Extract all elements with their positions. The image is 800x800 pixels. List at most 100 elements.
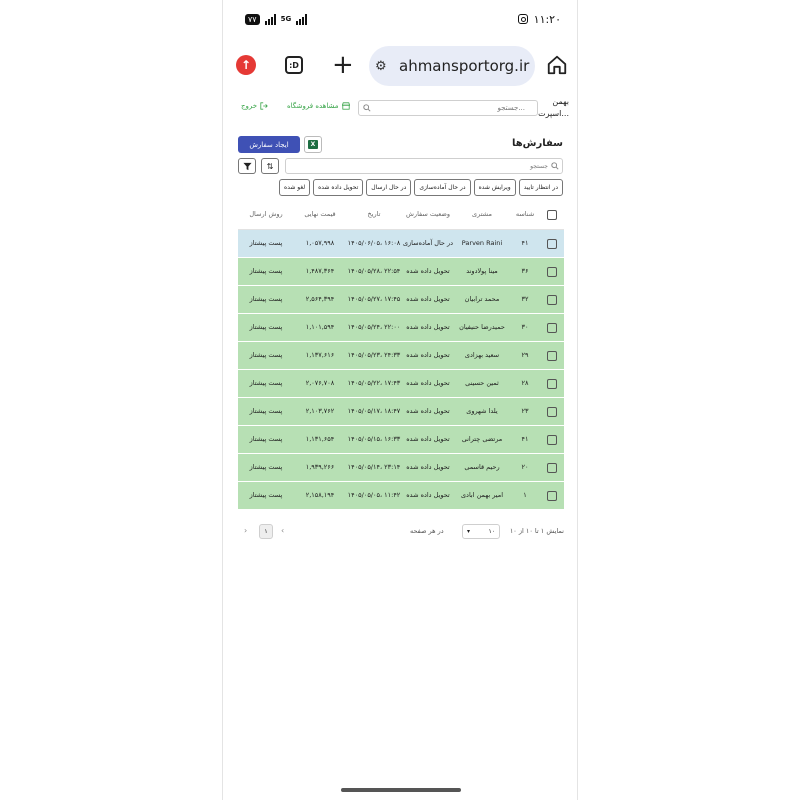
current-page-button[interactable]: ۱ — [259, 524, 273, 539]
url-text: ahmansportorg.ir — [399, 57, 530, 75]
cell-date: ۱۴۰۵/۰۵/۲۳، ۲۴:۳۳ — [347, 351, 401, 359]
sort-icon: ⇅ — [266, 161, 274, 171]
table-row[interactable]: ۴۱ مرتضی چترانی تحویل داده شده ۱۴۰۵/۰۵/۱۵، … — [238, 426, 564, 454]
table-row[interactable]: ۲۳ یلدا شهروی تحویل داده شده ۱۴۰۵/۰۵/۱۷، ۱۸… — [238, 398, 564, 426]
status-tab-delivered[interactable]: تحویل داده شده — [313, 179, 364, 196]
cell-date: ۱۴۰۵/۰۵/۱۷، ۱۸:۴۷ — [347, 407, 401, 415]
cell-customer: ثمین حسینی — [465, 379, 499, 387]
new-tab-plus-icon[interactable]: + — [332, 50, 354, 80]
row-select-cell — [540, 258, 564, 285]
cell-price: ۱,۱۰۱,۵۹۴ — [305, 323, 335, 331]
address-bar[interactable]: ⚙ ahmansportorg.ir — [369, 46, 535, 86]
cell-status: تحویل داده شده — [406, 323, 450, 331]
table-row[interactable]: ۲۰ رحیم قاسمی تحویل داده شده ۱۴۰۵/۰۵/۱۴، ۲۳… — [238, 454, 564, 482]
cell-status: تحویل داده شده — [406, 379, 450, 387]
status-time: ۱۱:۲۰ — [533, 12, 561, 26]
cell-shipping: پست پیشتاز — [249, 295, 283, 303]
table-row[interactable]: ۲۸ ثمین حسینی تحویل داده شده ۱۴۰۵/۰۵/۲۲، ۱۷… — [238, 370, 564, 398]
header-search-box[interactable] — [358, 100, 538, 116]
status-tab-pending-approval[interactable]: در انتظار تایید — [518, 179, 563, 196]
create-order-button[interactable]: ایجاد سفارش — [238, 136, 300, 153]
next-page-icon[interactable]: › — [244, 526, 247, 535]
site-settings-icon[interactable]: ⚙ — [375, 59, 393, 74]
per-page-label: در هر صفحه — [410, 527, 444, 535]
home-icon[interactable] — [546, 54, 568, 76]
table-row[interactable]: ۱ امیر بهمن ابادی تحویل داده شده ۱۴۰۵/۰۵/۰۵… — [238, 482, 564, 510]
previous-page-icon[interactable]: ‹ — [281, 526, 284, 535]
status-tab-edited[interactable]: ویرایش شده — [473, 179, 516, 196]
row-select-cell — [540, 454, 564, 481]
header-shipping[interactable]: روش ارسال — [238, 200, 294, 229]
sort-button[interactable]: ⇅ — [261, 158, 279, 174]
row-checkbox[interactable] — [547, 434, 557, 445]
row-checkbox[interactable] — [547, 406, 557, 417]
row-checkbox[interactable] — [547, 490, 557, 501]
signal-icon — [264, 13, 276, 25]
cell-customer: امیر بهمن ابادی — [460, 491, 504, 499]
extension-arrow-icon[interactable]: ↑ — [236, 55, 256, 75]
cell-id: ۳۲ — [521, 295, 529, 303]
view-shop-link[interactable]: مشاهده فروشگاه — [287, 102, 350, 110]
row-checkbox[interactable] — [547, 378, 557, 389]
tab-switcher-button[interactable]: :D — [285, 56, 303, 74]
search-icon — [363, 104, 371, 112]
header-date[interactable]: تاریخ — [346, 200, 402, 229]
header-status[interactable]: وضعیت سفارش — [402, 200, 454, 229]
page-size-select[interactable]: ▾ ۱۰ — [462, 524, 500, 539]
row-checkbox[interactable] — [547, 294, 557, 305]
row-checkbox[interactable] — [547, 462, 557, 473]
store-icon — [341, 102, 350, 110]
table-header: شناسه مشتری وضعیت سفارش تاریخ قیمت نهایی… — [238, 200, 564, 230]
cell-customer: مینا پولادوند — [466, 267, 498, 275]
logout-label: خروج — [241, 102, 258, 110]
cell-price: ۱,۴۸۷,۳۶۴ — [305, 267, 335, 275]
table-row[interactable]: ۲۹ سعید بهزادی تحویل داده شده ۱۴۰۵/۰۵/۲۳، ۲… — [238, 342, 564, 370]
orders-search-input[interactable] — [308, 162, 548, 170]
pagination: نمایش ۱ تا ۱۰ از ۱۰ ▾ ۱۰ در هر صفحه ‹ ۱ … — [238, 523, 564, 541]
cell-id: ۳۰ — [521, 323, 529, 331]
header-price[interactable]: قیمت نهایی — [294, 200, 346, 229]
header-id[interactable]: شناسه — [510, 200, 540, 229]
row-checkbox[interactable] — [547, 238, 557, 249]
header-search-input[interactable] — [375, 104, 525, 112]
cell-shipping: پست پیشتاز — [249, 435, 283, 443]
cell-shipping: پست پیشتاز — [249, 323, 283, 331]
table-row[interactable]: ۳۲ محمد ترابیان تحویل داده شده ۱۴۰۵/۰۵/۲۷، … — [238, 286, 564, 314]
status-tab-cancelled[interactable]: لغو شده — [279, 179, 311, 196]
orders-search-box[interactable] — [285, 158, 563, 174]
orders-table: شناسه مشتری وضعیت سفارش تاریخ قیمت نهایی… — [238, 200, 564, 510]
cell-customer: سعید بهزادی — [464, 351, 500, 359]
cell-status: تحویل داده شده — [406, 407, 450, 415]
row-checkbox[interactable] — [547, 322, 557, 333]
logout-link[interactable]: خروج — [241, 102, 268, 110]
home-indicator[interactable] — [341, 788, 461, 792]
cell-customer: مرتضی چترانی — [461, 435, 503, 443]
status-right: ۱۱:۲۰ — [517, 12, 561, 26]
cell-price: ۲,۰۷۶,۷۰۸ — [305, 379, 335, 387]
select-all-checkbox[interactable] — [547, 209, 557, 220]
battery-icon: ۷۷ — [245, 13, 260, 25]
header-customer[interactable]: مشتری — [454, 200, 510, 229]
cell-id: ۱ — [523, 491, 527, 499]
status-tab-shipping[interactable]: در حال ارسال — [366, 179, 412, 196]
pagination-info: نمایش ۱ تا ۱۰ از ۱۰ — [509, 527, 564, 535]
cell-shipping: پست پیشتاز — [249, 239, 283, 247]
cell-customer: یلدا شهروی — [466, 407, 498, 415]
brand-name[interactable]: بهمن اسپرت... — [533, 96, 569, 120]
status-bar: ۷۷ 5G ۱۱:۲۰ — [223, 0, 577, 38]
select-all-cell — [540, 200, 564, 229]
row-checkbox[interactable] — [547, 266, 557, 277]
table-row[interactable]: ۳۰ حمیدرضا حنیفیان تحویل داده شده ۱۴۰۵/۰۵/۲… — [238, 314, 564, 342]
export-excel-button[interactable]: X — [304, 136, 322, 153]
cell-date: ۱۴۰۵/۰۵/۱۵، ۱۶:۳۳ — [347, 435, 401, 443]
cell-customer: حمیدرضا حنیفیان — [459, 323, 505, 331]
status-tab-preparing[interactable]: در حال آماده‌سازی — [414, 179, 471, 196]
cell-date: ۱۴۰۵/۰۵/۲۴، ۲۲:۰۰ — [347, 323, 401, 331]
filter-button[interactable] — [238, 158, 256, 174]
row-checkbox[interactable] — [547, 350, 557, 361]
table-row[interactable]: ۴۱ Parven Raini در حال آماده‌سازی ۱۴۰۵/۰۶/۰… — [238, 230, 564, 258]
logout-icon — [260, 102, 268, 110]
row-select-cell — [540, 482, 564, 509]
cell-status: تحویل داده شده — [406, 351, 450, 359]
table-row[interactable]: ۳۶ مینا پولادوند تحویل داده شده ۱۴۰۵/۰۵/۲۸،… — [238, 258, 564, 286]
